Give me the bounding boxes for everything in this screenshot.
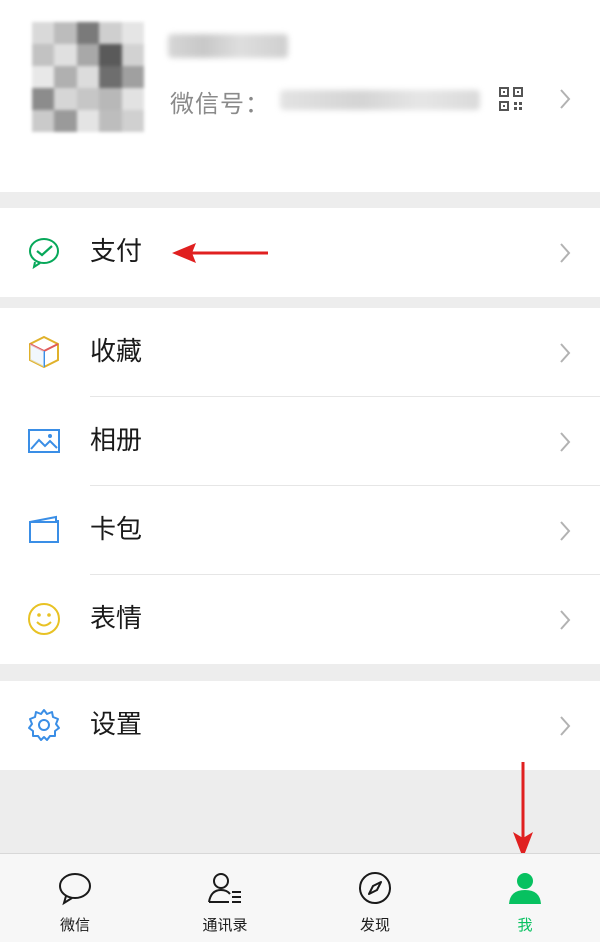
tab-discover[interactable]: 发现 (300, 854, 450, 942)
menu-label-pay: 支付 (90, 237, 143, 267)
menu-item-stickers[interactable]: 表情 (0, 575, 600, 664)
chevron-right-icon (560, 521, 571, 541)
pay-group: 支付 (0, 208, 600, 297)
tab-me[interactable]: 我 (450, 854, 600, 942)
annotation-arrow-left (172, 243, 268, 263)
menu-label-settings: 设置 (90, 710, 143, 740)
annotation-arrow-down (513, 762, 533, 858)
compass-icon (359, 872, 391, 904)
tab-contacts[interactable]: 通讯录 (150, 854, 300, 942)
person-icon (509, 873, 541, 904)
menu-label-cards: 卡包 (90, 515, 143, 545)
wechat-id-label: 微信号： (170, 90, 270, 118)
chevron-right-icon (560, 610, 571, 630)
menu-item-cards[interactable]: 卡包 (0, 486, 600, 575)
bottom-tab-bar: 微信 通讯录 发现 我 (0, 853, 600, 942)
settings-group: 设置 (0, 681, 600, 770)
menu-item-favorites[interactable]: 收藏 (0, 308, 600, 397)
menu-label-album: 相册 (90, 426, 143, 456)
card-icon (29, 515, 59, 543)
chevron-right-icon (560, 432, 571, 452)
nickname-redacted (168, 34, 288, 58)
menu-item-album[interactable]: 相册 (0, 397, 600, 486)
tab-label-discover: 发现 (359, 916, 390, 934)
wechat-id-redacted (280, 90, 480, 110)
gear-icon (28, 709, 60, 741)
profile-header[interactable]: 微信号： (0, 0, 600, 192)
menu-item-pay[interactable]: 支付 (0, 208, 600, 297)
chevron-right-icon (560, 343, 571, 363)
qr-code-icon[interactable] (498, 86, 524, 112)
chevron-right-icon (560, 89, 571, 109)
chevron-right-icon (560, 716, 571, 736)
menu-item-settings[interactable]: 设置 (0, 681, 600, 770)
chat-bubble-icon (59, 873, 91, 906)
menu-label-favorites: 收藏 (90, 337, 143, 367)
tab-chats[interactable]: 微信 (0, 854, 150, 942)
menu-label-stickers: 表情 (90, 604, 143, 634)
picture-icon (28, 429, 60, 453)
tab-label-contacts: 通讯录 (202, 916, 248, 934)
tab-label-me: 我 (517, 916, 533, 934)
chevron-right-icon (560, 243, 571, 263)
wallet-check-icon (29, 238, 59, 270)
smiley-icon (28, 603, 60, 635)
tab-label-chats: 微信 (59, 916, 90, 934)
cube-icon (29, 335, 59, 369)
features-group: 收藏 相册 卡包 表情 (0, 308, 600, 664)
avatar[interactable] (32, 22, 144, 132)
contacts-icon (208, 873, 241, 903)
